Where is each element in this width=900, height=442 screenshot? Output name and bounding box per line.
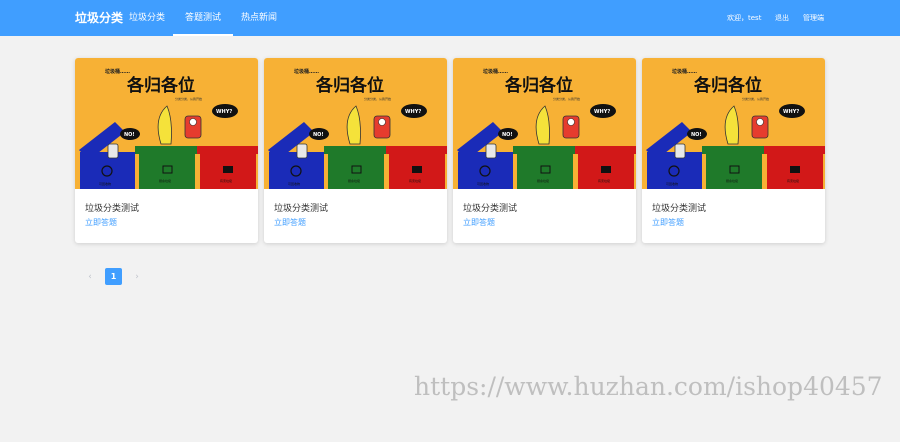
green-bin-lid xyxy=(702,146,766,154)
speech-bubble-left-text: NO! xyxy=(313,132,324,138)
bin-label-kitchen: 厨余垃圾 xyxy=(537,178,549,183)
speech-bubble-right-text: WHY? xyxy=(594,109,610,115)
admin-link[interactable]: 管理端 xyxy=(803,0,824,36)
quiz-card-title: 垃圾分类测试 xyxy=(85,204,140,214)
waste-sorting-illustration: 垃圾桶……各归各位分类分类，从我开始可回收物 厨余垃圾 有害垃圾 NO! WHY? xyxy=(453,58,636,189)
quiz-card-image[interactable]: 垃圾桶…… 各归各位 分类分类，从我开始可回收物 厨余垃圾 有害垃圾 NO! WHY? xyxy=(264,58,447,189)
waste-sorting-illustration: 垃圾桶……各归各位分类分类，从我开始可回收物 厨余垃圾 有害垃圾 NO! WHY? xyxy=(642,58,825,189)
quiz-card-title: 垃圾分类测试 xyxy=(274,204,329,214)
bottle-character xyxy=(674,143,686,159)
nav-item-waste-sorting[interactable]: 垃圾分类 xyxy=(129,0,165,36)
slogan-main-text: 各归各位 xyxy=(504,75,573,96)
quiz-card-start-link[interactable]: 立即答题 xyxy=(85,217,117,228)
waste-sorting-illustration: 垃圾桶……各归各位分类分类，从我开始可回收物 厨余垃圾 有害垃圾 NO! WHY? xyxy=(264,58,447,189)
bin-label-recyclable: 可回收物 xyxy=(99,181,111,186)
quiz-card-start-link[interactable]: 立即答题 xyxy=(274,217,306,228)
bin-label-hazardous: 有害垃圾 xyxy=(409,178,421,183)
red-bin-lid xyxy=(764,146,825,154)
green-bin-lid xyxy=(135,146,199,154)
green-bin-lid xyxy=(513,146,577,154)
slogan-top-text: 垃圾桶…… xyxy=(294,68,319,75)
bin-label-recyclable: 可回收物 xyxy=(477,181,489,186)
bottle-character xyxy=(296,143,308,159)
green-bin xyxy=(139,154,195,189)
quiz-card[interactable]: 垃圾桶…… 各归各位 分类分类，从我开始可回收物 厨余垃圾 有害垃圾 NO! WHY? 垃圾… xyxy=(264,58,447,243)
quiz-card-title: 垃圾分类测试 xyxy=(463,204,518,214)
quiz-card-image[interactable]: 垃圾桶…… 各归各位 分类分类，从我开始可回收物 厨余垃圾 有害垃圾 NO! WHY? xyxy=(453,58,636,189)
quiz-card[interactable]: 垃圾桶…… 各归各位 分类分类，从我开始可回收物 厨余垃圾 有害垃圾 NO! WHY? 垃圾… xyxy=(75,58,258,243)
logout-link[interactable]: 退出 xyxy=(775,0,789,36)
slogan-top-text: 垃圾桶…… xyxy=(672,68,697,75)
quiz-card-image[interactable]: 垃圾桶…… 各归各位 分类分类，从我开始可回收物 厨余垃圾 有害垃圾 NO! WHY? xyxy=(642,58,825,189)
green-bin xyxy=(328,154,384,189)
bin-label-kitchen: 厨余垃圾 xyxy=(348,178,360,183)
bin-label-recyclable: 可回收物 xyxy=(666,181,678,186)
green-bin xyxy=(517,154,573,189)
speech-bubble-left-text: NO! xyxy=(124,132,135,138)
can-eye xyxy=(567,118,575,126)
hazardous-waste-icon xyxy=(790,166,800,173)
top-nav-bar: 垃圾分类 垃圾分类 答题测试 热点新闻 欢迎，test 退出 管理端 xyxy=(0,0,900,36)
slogan-top-text: 垃圾桶…… xyxy=(483,68,508,75)
slogan-sub-text: 分类分类，从我开始 xyxy=(742,96,769,101)
quiz-card-start-link[interactable]: 立即答题 xyxy=(652,217,684,228)
bin-label-kitchen: 厨余垃圾 xyxy=(726,178,738,183)
nav-item-hot-news[interactable]: 热点新闻 xyxy=(241,0,277,36)
green-bin xyxy=(706,154,762,189)
bottle-character xyxy=(107,143,119,159)
slogan-main-text: 各归各位 xyxy=(126,75,195,96)
bin-label-recyclable: 可回收物 xyxy=(288,181,300,186)
can-eye xyxy=(378,118,386,126)
speech-bubble-left-text: NO! xyxy=(502,132,513,138)
bottle-character xyxy=(485,143,497,159)
speech-bubble-left-text: NO! xyxy=(691,132,702,138)
green-bin-lid xyxy=(324,146,388,154)
slogan-main-text: 各归各位 xyxy=(693,75,762,96)
quiz-card-title: 垃圾分类测试 xyxy=(652,204,707,214)
can-eye xyxy=(189,118,197,126)
bin-label-hazardous: 有害垃圾 xyxy=(220,178,232,183)
hazardous-waste-icon xyxy=(601,166,611,173)
slogan-sub-text: 分类分类，从我开始 xyxy=(364,96,391,101)
waste-sorting-illustration: 垃圾桶……各归各位分类分类，从我开始可回收物 厨余垃圾 有害垃圾 NO! WHY? xyxy=(75,58,258,189)
pagination-prev-button[interactable]: ‹ xyxy=(83,270,97,284)
can-eye xyxy=(756,118,764,126)
watermark-text: https://www.huzhan.com/ishop40457 xyxy=(414,372,883,401)
speech-bubble-right-text: WHY? xyxy=(216,109,232,115)
bin-label-kitchen: 厨余垃圾 xyxy=(159,178,171,183)
nav-item-quiz[interactable]: 答题测试 xyxy=(173,0,234,36)
quiz-card-start-link[interactable]: 立即答题 xyxy=(463,217,495,228)
red-bin-lid xyxy=(575,146,636,154)
hazardous-waste-icon xyxy=(412,166,422,173)
slogan-top-text: 垃圾桶…… xyxy=(105,68,130,75)
slogan-main-text: 各归各位 xyxy=(315,75,384,96)
quiz-card-image[interactable]: 垃圾桶…… 各归各位 分类分类，从我开始可回收物 厨余垃圾 有害垃圾 NO! WHY? xyxy=(75,58,258,189)
welcome-user-text: 欢迎，test xyxy=(727,14,762,22)
red-bin-lid xyxy=(386,146,447,154)
hazardous-waste-icon xyxy=(223,166,233,173)
speech-bubble-right-text: WHY? xyxy=(405,109,421,115)
quiz-card[interactable]: 垃圾桶…… 各归各位 分类分类，从我开始可回收物 厨余垃圾 有害垃圾 NO! WHY? 垃圾… xyxy=(642,58,825,243)
pagination-page-1[interactable]: 1 xyxy=(105,268,122,285)
bin-label-hazardous: 有害垃圾 xyxy=(598,178,610,183)
red-bin-lid xyxy=(197,146,258,154)
slogan-sub-text: 分类分类，从我开始 xyxy=(175,96,202,101)
slogan-sub-text: 分类分类，从我开始 xyxy=(553,96,580,101)
bin-label-hazardous: 有害垃圾 xyxy=(787,178,799,183)
speech-bubble-right-text: WHY? xyxy=(783,109,799,115)
quiz-card[interactable]: 垃圾桶…… 各归各位 分类分类，从我开始可回收物 厨余垃圾 有害垃圾 NO! WHY? 垃圾… xyxy=(453,58,636,243)
brand-logo-text[interactable]: 垃圾分类 xyxy=(75,0,123,36)
pagination-next-button[interactable]: › xyxy=(130,270,144,284)
